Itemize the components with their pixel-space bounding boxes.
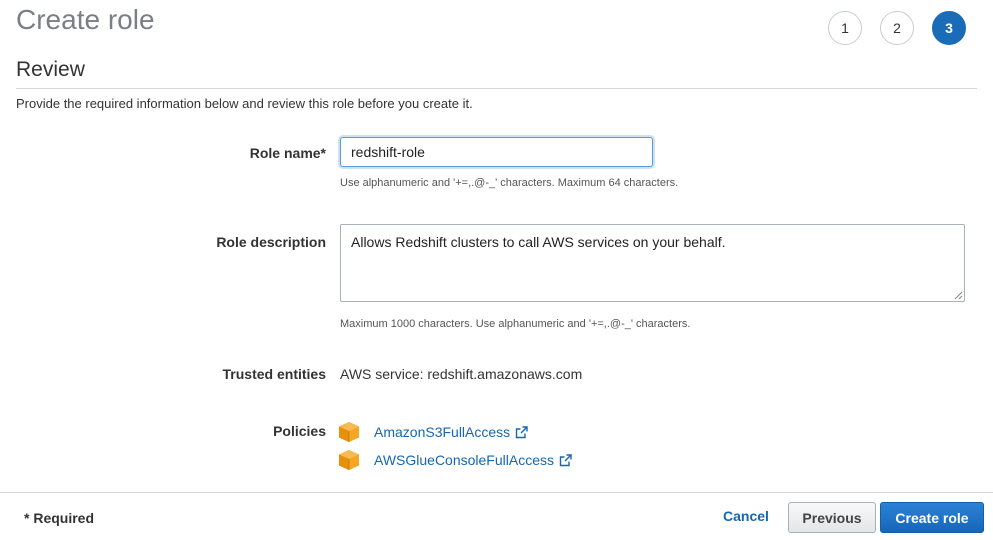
policy-item: AmazonS3FullAccess [338,420,528,444]
policy-box-icon [339,450,359,470]
policy-link-amazons3fullaccess[interactable]: AmazonS3FullAccess [374,424,510,440]
policy-box-icon [339,422,359,442]
previous-button[interactable]: Previous [788,502,876,533]
step-1[interactable]: 1 [828,11,862,45]
step-2[interactable]: 2 [880,11,914,45]
policy-link-awsglueconsolefullaccess[interactable]: AWSGlueConsoleFullAccess [374,452,554,468]
section-title: Review [16,58,85,81]
trusted-entities-value: AWS service: redshift.amazonaws.com [340,366,583,382]
policy-item: AWSGlueConsoleFullAccess [338,448,572,472]
role-name-hint: Use alphanumeric and '+=,.@-_' character… [340,177,679,189]
external-link-icon[interactable] [559,453,572,467]
role-name-label: Role name* [249,145,326,161]
role-description-hint: Maximum 1000 characters. Use alphanumeri… [340,318,691,330]
step-3[interactable]: 3 [932,11,966,45]
role-name-input[interactable] [340,137,653,167]
policies-label: Policies [273,423,326,439]
external-link-icon[interactable] [515,425,528,439]
create-role-button[interactable]: Create role [880,502,984,533]
intro-text: Provide the required information below a… [16,96,473,111]
cancel-button[interactable]: Cancel [714,508,778,524]
footer-divider [0,492,993,493]
divider [16,88,977,89]
page-title: Create role [16,4,155,35]
required-note: * Required [24,510,95,526]
role-description-label: Role description [216,234,326,250]
trusted-entities-label: Trusted entities [222,366,326,382]
resize-grip-icon[interactable] [953,290,963,300]
role-description-textarea[interactable]: Allows Redshift clusters to call AWS ser… [340,224,965,302]
